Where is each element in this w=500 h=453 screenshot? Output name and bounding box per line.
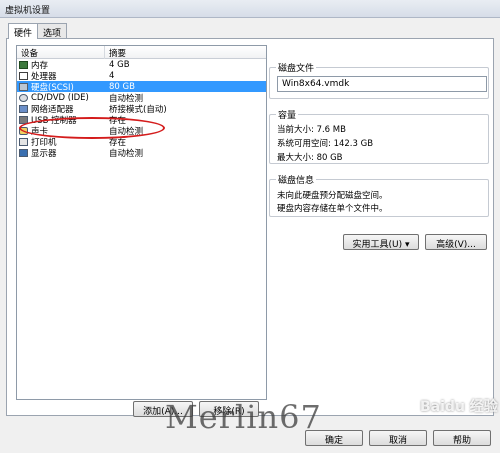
disk-info-line-1: 未向此硬盘预分配磁盘空间。 [277,191,388,201]
dialog-body: 硬件 选项 设备 摘要 内存 4 GB 处理器 4 硬盘(SCSI) 80 GB… [0,18,500,453]
list-item-memory[interactable]: 内存 4 GB [17,59,266,71]
tab-hardware[interactable]: 硬件 [8,23,39,39]
capacity-label: 容量 [276,108,299,121]
hard-disk-icon [19,82,28,91]
max-size-text: 最大大小: 80 GB [277,153,343,163]
help-button[interactable]: 帮助 [433,430,491,446]
window-title: 虚拟机设置 [5,6,51,16]
list-item-usb-controller[interactable]: USB 控制器 存在 [17,114,266,126]
disk-file-field[interactable]: Win8x64.vmdk [277,76,487,92]
utilities-button[interactable]: 实用工具(U) ▾ [343,234,419,250]
list-item-sound-card[interactable]: 声卡 自动检测 [17,125,266,137]
disk-info-line-2: 硬盘内容存储在单个文件中。 [277,204,388,214]
add-button[interactable]: 添加(A)... [133,401,193,417]
memory-icon [19,60,28,69]
dropdown-arrow-icon: ▾ [404,240,410,250]
list-item-display[interactable]: 显示器 自动检测 [17,147,266,159]
tab-options[interactable]: 选项 [37,23,68,39]
current-size-text: 当前大小: 7.6 MB [277,125,346,135]
available-space-text: 系统可用空间: 142.3 GB [277,139,374,149]
device-summary: 自动检测 [109,148,144,159]
list-header: 设备 摘要 [17,46,266,59]
display-icon [19,148,28,157]
hardware-panel: 设备 摘要 内存 4 GB 处理器 4 硬盘(SCSI) 80 GB CD/DV… [6,38,494,417]
device-name: 显示器 [31,148,57,159]
device-summary: 4 GB [109,59,130,70]
printer-icon [19,137,28,146]
list-item-printer[interactable]: 打印机 存在 [17,136,266,148]
column-header-device[interactable]: 设备 [17,46,105,59]
cancel-button[interactable]: 取消 [369,430,427,446]
ok-button[interactable]: 确定 [305,430,363,446]
device-summary: 80 GB [109,81,135,92]
cd-dvd-icon [19,93,28,102]
advanced-button[interactable]: 高级(V)... [425,234,487,250]
processor-icon [19,71,28,80]
list-item-hard-disk[interactable]: 硬盘(SCSI) 80 GB [17,81,266,93]
remove-button[interactable]: 移除(R) [199,401,259,417]
disk-file-label: 磁盘文件 [276,61,317,74]
tab-strip: 硬件 选项 [8,23,68,39]
device-summary: 4 [109,70,115,81]
device-name: CD/DVD (IDE) [31,92,89,103]
window-title-bar: 虚拟机设置 [0,0,500,18]
usb-controller-icon [19,115,28,124]
device-list[interactable]: 设备 摘要 内存 4 GB 处理器 4 硬盘(SCSI) 80 GB CD/DV… [16,45,267,400]
list-item-processor[interactable]: 处理器 4 [17,70,266,82]
column-header-summary[interactable]: 摘要 [105,46,266,59]
list-item-network-adapter[interactable]: 网络适配器 桥接模式(自动) [17,103,266,115]
disk-info-label: 磁盘信息 [276,173,317,186]
list-item-cd-dvd[interactable]: CD/DVD (IDE) 自动检测 [17,92,266,104]
device-name: 硬盘(SCSI) [31,82,74,93]
utilities-label: 实用工具(U) [352,240,403,250]
sound-card-icon [19,126,28,135]
network-adapter-icon [19,104,28,113]
